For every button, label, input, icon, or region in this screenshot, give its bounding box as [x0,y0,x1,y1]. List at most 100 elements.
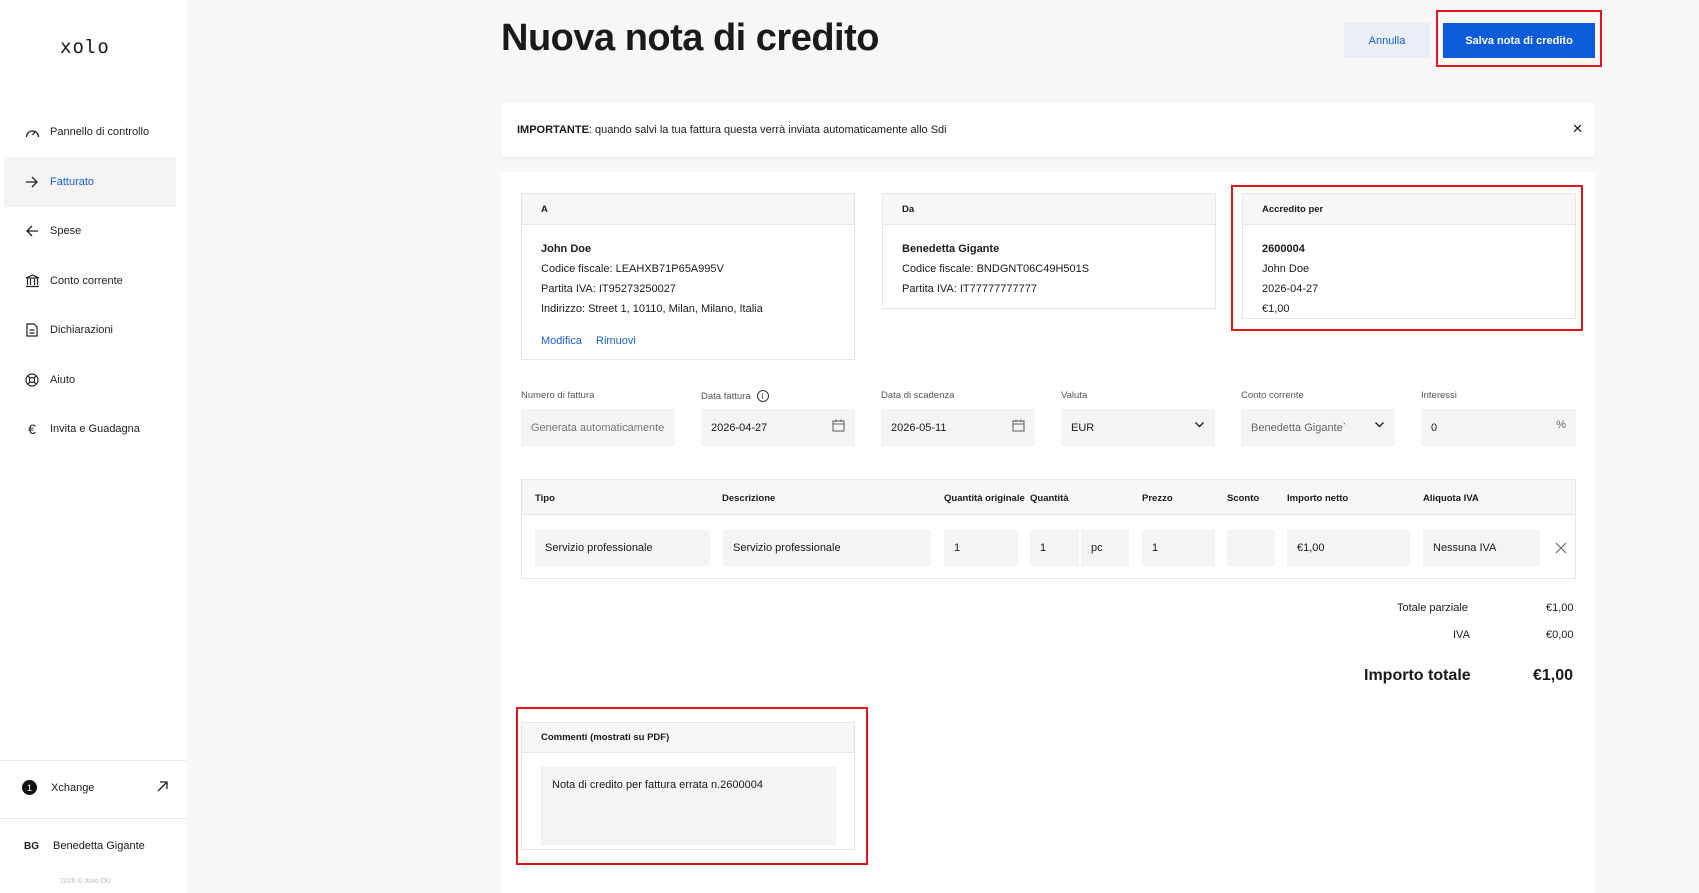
sidebar-divider [0,760,186,761]
card-header: A [522,194,854,225]
sidebar-item-dashboard[interactable]: Pannello di controllo [4,107,176,157]
arrow-right-icon [23,173,41,191]
recipient-card: A John Doe Codice fiscale: LEAHXB71P65A9… [521,193,855,360]
sidebar-item-label: Spese [50,225,82,237]
currency-value: EUR [1071,421,1095,434]
tipo-select[interactable]: Servizio professionale [535,530,710,566]
percent-unit: % [1556,419,1566,431]
sidebar-item-invita[interactable]: € Invita e Guadagna [4,404,176,454]
edit-recipient-link[interactable]: Modifica [541,335,582,347]
external-arrow-icon [157,780,168,795]
gauge-icon [23,123,41,141]
due-date-field[interactable]: 2026-05-11 [881,409,1035,446]
col-quantita: Quantità [1030,493,1069,504]
sidebar-item-dichiarazioni[interactable]: Dichiarazioni [4,305,176,355]
info-icon[interactable]: i [756,390,769,402]
close-icon[interactable]: ✕ [1572,121,1583,137]
bank-account-label: Conto corrente [1241,390,1304,401]
arrow-left-icon [23,222,41,240]
quantita-input[interactable]: 1 [1030,530,1079,566]
sidebar-item-fatturato[interactable]: Fatturato [4,157,176,207]
avatar: BG [24,840,39,852]
copyright: 2026 © Xolo OÜ [60,878,112,885]
invoice-date-field[interactable]: 2026-04-27 [701,409,855,446]
euro-icon: € [28,421,36,437]
total-label: Importo totale [1364,667,1471,684]
sidebar-divider [0,818,186,819]
subtotal-value: €1,00 [1546,602,1574,614]
xolo-logo[interactable]: xolo [60,36,110,58]
interest-label: Interessi [1421,390,1457,401]
sidebar-item-label: Fatturato [50,176,95,188]
prezzo-input[interactable]: 1 [1142,530,1215,566]
col-descrizione: Descrizione [722,493,776,504]
importo-netto-field: €1,00 [1287,530,1410,566]
sidebar: xolo Pannello di controllo Fatturato Spe… [0,0,186,893]
document-icon [23,321,41,339]
unit-select[interactable]: pc [1081,530,1129,566]
highlight-box [1231,185,1583,331]
sidebar-item-conto-corrente[interactable]: Conto corrente [4,256,176,306]
xchange-label: Xchange [51,781,95,794]
iva-label: IVA [1453,629,1470,641]
sconto-input[interactable] [1227,530,1275,566]
recipient-name: John Doe [541,243,592,255]
remove-row-icon[interactable] [1555,542,1567,557]
notice-text: : quando salvi la tua fattura questa ver… [588,124,947,136]
col-importo-netto: Importo netto [1287,493,1349,504]
col-prezzo: Prezzo [1142,493,1173,504]
invoice-date-label-text: Data fattura [701,390,751,402]
chevron-down-icon [1374,419,1385,433]
xchange-link[interactable]: 1 Xchange [22,780,168,795]
sidebar-item-label: Invita e Guadagna [50,423,140,435]
xchange-badge: 1 [22,780,37,795]
sidebar-item-label: Dichiarazioni [50,324,113,336]
table-header: Tipo Descrizione Quantità originale Quan… [522,480,1575,515]
recipient-codice-fiscale: Codice fiscale: LEAHXB71P65A995V [541,263,724,275]
chevron-down-icon [1194,419,1205,433]
interest-value: 0 [1431,421,1438,434]
descrizione-input[interactable]: Servizio professionale [723,530,931,566]
total-value: €1,00 [1533,667,1574,684]
currency-label: Valuta [1061,390,1088,401]
invoice-number-label: Numero di fattura [521,390,595,401]
recipient-address: Indirizzo: Street 1, 10110, Milan, Milan… [541,303,763,315]
sidebar-item-label: Pannello di controllo [50,126,150,138]
line-items-table: Tipo Descrizione Quantità originale Quan… [521,479,1576,579]
interest-field[interactable]: 0% [1421,409,1576,446]
iva-value: €0,00 [1546,629,1574,641]
sidebar-item-aiuto[interactable]: Aiuto [4,355,176,405]
calendar-icon [832,419,845,435]
bank-icon [23,272,41,290]
bank-account-value: Benedetta Gigante` [1251,421,1347,434]
col-tipo: Tipo [535,493,555,504]
sender-partita-iva: Partita IVA: IT77777777777 [902,283,1037,295]
invoice-date-value: 2026-04-27 [711,421,768,434]
col-sconto: Sconto [1227,493,1260,504]
user-menu[interactable]: BG Benedetta Gigante [24,840,145,852]
notice-strong: IMPORTANTE [517,124,589,136]
user-name: Benedetta Gigante [53,840,145,852]
sidebar-item-label: Conto corrente [50,275,123,287]
col-aliquota: Aliquota IVA [1423,493,1479,504]
aliquota-select[interactable]: Nessuna IVA [1423,530,1540,566]
sidebar-item-spese[interactable]: Spese [4,206,176,256]
page-title: Nuova nota di credito [501,17,879,59]
due-date-label: Data di scadenza [881,390,955,401]
subtotal-label: Totale parziale [1397,602,1468,614]
due-date-value: 2026-05-11 [891,421,947,434]
highlight-box [1436,10,1602,67]
qta-originale-input[interactable]: 1 [944,530,1018,566]
currency-select[interactable]: EUR [1061,409,1215,446]
important-notice: IMPORTANTE: quando salvi la tua fattura … [501,103,1595,157]
calendar-icon [1012,419,1025,435]
sender-card: Da Benedetta Gigante Codice fiscale: BND… [882,193,1216,309]
bank-account-select[interactable]: Benedetta Gigante` [1241,409,1395,446]
recipient-partita-iva: Partita IVA: IT95273250027 [541,283,676,295]
col-qta-originale: Quantità originale [944,493,1025,504]
cancel-button[interactable]: Annulla [1344,23,1430,58]
card-header: Da [883,194,1215,225]
highlight-box [516,707,868,865]
invoice-number-field[interactable]: Generata automaticamente [521,409,675,446]
remove-recipient-link[interactable]: Rimuovi [596,335,636,347]
